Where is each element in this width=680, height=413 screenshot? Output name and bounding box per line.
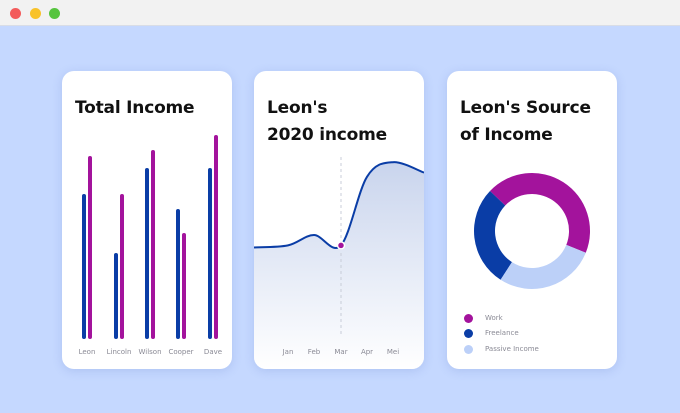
bar-cooper-1 [176,209,180,339]
income-source-title-line1: Leon's Source [460,98,591,118]
income-source-donut-chart [474,172,591,290]
total-income-title: Total Income [75,98,195,118]
maximize-window-button[interactable] [49,8,60,19]
close-window-button[interactable] [10,8,21,19]
bar-label-dave: Dave [203,348,223,356]
bar-dave-1 [208,168,212,339]
bar-leon-2 [88,156,92,339]
bar-label-cooper: Cooper [168,348,194,356]
month-label-mar: Mar [334,348,348,356]
donut-slice-work [490,172,591,253]
month-label-feb: Feb [307,348,321,356]
bar-label-lincoln: Lincoln [106,348,132,356]
income-source-title: Leon's Source of Income [460,95,610,149]
legend-label: Freelance [485,329,519,337]
bar-cooper-2 [182,232,186,339]
month-label-apr: Apr [360,348,374,356]
month-label-jan: Jan [282,348,294,356]
bar-leon-1 [82,193,86,339]
bar-label-leon: Leon [78,348,96,356]
window-titlebar [0,0,680,26]
bar-wilson-1 [145,168,149,339]
month-label-mei: Mei [386,348,400,356]
bar-label-wilson: Wilson [138,348,162,356]
legend-label: Passive Income [485,345,539,353]
bar-wilson-2 [151,149,155,339]
legend-swatch [464,314,473,323]
bar-lincoln-2 [120,193,124,339]
bar-lincoln-1 [114,252,118,339]
total-income-card: Total Income Leon Lincoln Wilson Cooper Dave [62,71,232,369]
legend-swatch [464,329,473,338]
minimize-window-button[interactable] [30,8,41,19]
income-source-card: Leon's Source of Income Work Freelance Pas… [447,71,617,369]
yearly-income-title-line1: Leon's [267,98,328,118]
income-source-title-line2: of Income [460,125,553,145]
yearly-income-title: Leon's 2020 income [267,95,417,149]
legend-label: Work [485,314,503,322]
legend-swatch [464,345,473,354]
highlight-point[interactable] [336,241,346,250]
donut-slice-passive-income [500,244,586,290]
yearly-income-card: Leon's 2020 income Jan Feb Mar Apr Mei [254,71,424,369]
income-area-fill [254,162,424,369]
bar-dave-2 [214,134,218,339]
yearly-income-title-line2: 2020 income [267,125,387,145]
